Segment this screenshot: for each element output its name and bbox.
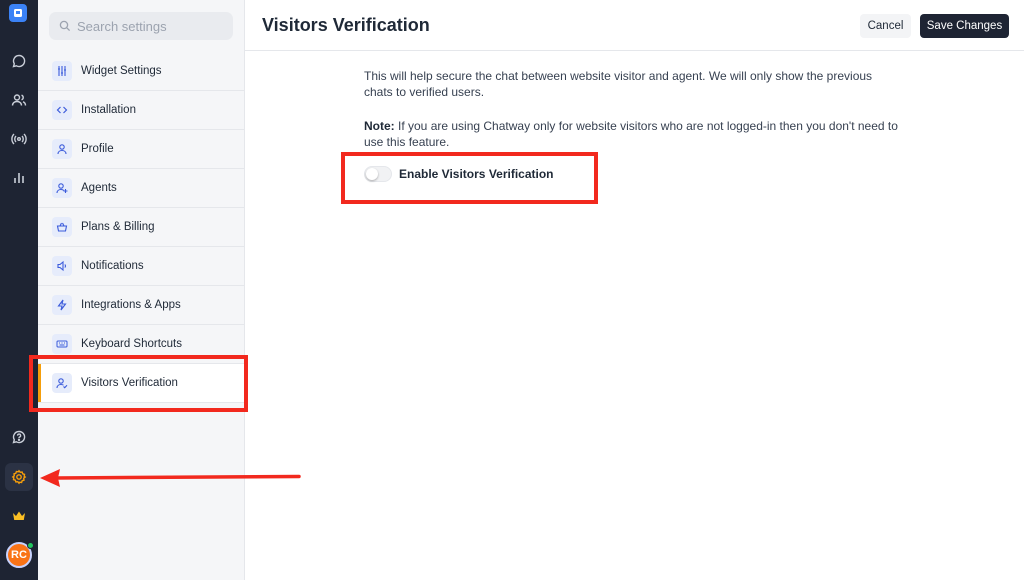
page-title: Visitors Verification	[262, 14, 430, 35]
sliders-icon	[52, 61, 72, 81]
note-text: If you are using Chatway only for websit…	[364, 119, 898, 149]
cancel-button[interactable]: Cancel	[860, 14, 911, 38]
save-changes-button[interactable]: Save Changes	[920, 14, 1009, 38]
bolt-icon	[52, 295, 72, 315]
menu-item-label: Plans & Billing	[81, 221, 155, 233]
menu-item-plans-billing[interactable]: Plans & Billing	[38, 208, 244, 247]
menu-item-label: Keyboard Shortcuts	[81, 338, 183, 350]
settings-description: This will help secure the chat between w…	[364, 68, 904, 168]
chat-icon[interactable]	[5, 47, 33, 75]
search-icon	[59, 20, 71, 32]
verification-toggle-row: Enable Visitors Verification	[364, 166, 554, 182]
settings-icon[interactable]	[5, 463, 33, 491]
user-check-icon	[52, 373, 72, 393]
app-rail: RC	[0, 0, 38, 580]
menu-item-visitors-verification[interactable]: Visitors Verification	[38, 364, 244, 403]
search-input[interactable]	[77, 18, 227, 34]
menu-item-keyboard-shortcuts[interactable]: Keyboard Shortcuts	[38, 325, 244, 364]
menu-item-profile[interactable]: Profile	[38, 130, 244, 169]
menu-item-label: Installation	[81, 104, 136, 116]
menu-item-label: Integrations & Apps	[81, 299, 181, 311]
menu-item-notifications[interactable]: Notifications	[38, 247, 244, 286]
contacts-icon[interactable]	[5, 86, 33, 114]
code-icon	[52, 100, 72, 120]
menu-item-label: Visitors Verification	[81, 377, 178, 389]
basket-icon	[52, 217, 72, 237]
speaker-icon	[52, 256, 72, 276]
search-box[interactable]	[49, 12, 233, 40]
avatar-initials: RC	[11, 549, 27, 561]
menu-item-agents[interactable]: Agents	[38, 169, 244, 208]
help-icon[interactable]	[5, 423, 33, 451]
keyboard-icon	[52, 334, 72, 354]
note-label: Note:	[364, 119, 395, 133]
online-status-dot	[27, 542, 34, 549]
note-paragraph: Note: If you are using Chatway only for …	[364, 118, 904, 150]
crown-icon[interactable]	[5, 502, 33, 530]
user-icon	[52, 139, 72, 159]
menu-item-label: Agents	[81, 182, 117, 194]
settings-menu: Widget Settings Installation Profile Age…	[38, 52, 244, 403]
menu-item-widget-settings[interactable]: Widget Settings	[38, 52, 244, 91]
logo-icon[interactable]	[9, 4, 27, 22]
analytics-icon[interactable]	[5, 164, 33, 192]
menu-item-label: Notifications	[81, 260, 144, 272]
menu-item-label: Widget Settings	[81, 65, 162, 77]
toggle-knob	[366, 168, 378, 180]
settings-sidebar: Widget Settings Installation Profile Age…	[38, 0, 245, 580]
enable-verification-toggle[interactable]	[364, 166, 392, 182]
annotation-arrow	[40, 469, 301, 487]
menu-item-integrations-apps[interactable]: Integrations & Apps	[38, 286, 244, 325]
page-header: Visitors Verification Cancel Save Change…	[245, 0, 1024, 51]
menu-item-label: Profile	[81, 143, 114, 155]
user-plus-icon	[52, 178, 72, 198]
broadcast-icon[interactable]	[5, 125, 33, 153]
toggle-label: Enable Visitors Verification	[399, 167, 554, 181]
main-content: Visitors Verification Cancel Save Change…	[245, 0, 1024, 580]
menu-item-installation[interactable]: Installation	[38, 91, 244, 130]
description-text: This will help secure the chat between w…	[364, 69, 873, 99]
